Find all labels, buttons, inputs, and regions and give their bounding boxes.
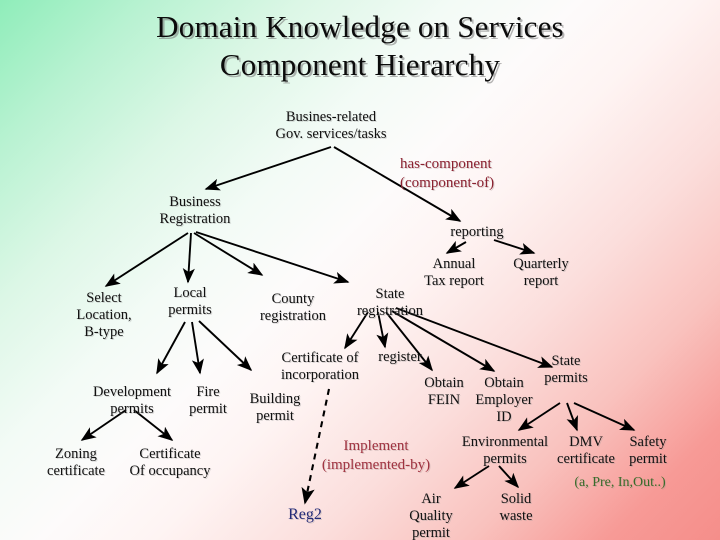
node-reporting[interactable]: reporting: [437, 224, 517, 241]
node-building-permit[interactable]: Building permit: [240, 391, 310, 425]
node-development-permits[interactable]: Development permits: [82, 384, 182, 418]
node-obtain-fein[interactable]: Obtain FEIN: [416, 375, 472, 409]
node-dmv-certificate[interactable]: DMV certificate: [550, 434, 622, 468]
node-annual-tax-report[interactable]: Annual Tax report: [414, 256, 494, 290]
node-state-registration[interactable]: State registration: [349, 286, 431, 320]
legend-implement: Implement (implemented-by): [321, 438, 431, 473]
node-register[interactable]: register: [369, 349, 431, 366]
node-obtain-employer-id[interactable]: Obtain Employer ID: [467, 375, 541, 426]
node-environmental-permits[interactable]: Environmental permits: [454, 434, 556, 468]
node-reg2[interactable]: Reg2: [277, 506, 333, 523]
node-air-quality-permit[interactable]: Air Quality permit: [403, 491, 459, 540]
node-select-location[interactable]: Select Location, B-type: [66, 290, 142, 341]
node-fire-permit[interactable]: Fire permit: [183, 384, 233, 418]
node-root[interactable]: Busines-related Gov. services/tasks: [261, 109, 401, 143]
node-local-permits[interactable]: Local permits: [155, 285, 225, 319]
page-title: Domain Knowledge on Services Component H…: [156, 9, 564, 82]
node-solid-waste[interactable]: Solid waste: [490, 491, 542, 525]
node-certificate-of-incorporation[interactable]: Certificate of incorporation: [265, 350, 375, 384]
node-county-registration[interactable]: County registration: [249, 291, 337, 325]
node-certificate-of-occupancy[interactable]: Certificate Of occupancy: [100, 446, 240, 480]
node-business-registration[interactable]: Business Registration: [145, 194, 245, 228]
slide-canvas: Domain Knowledge on Services Component H…: [0, 0, 720, 540]
node-green-note: (a, Pre, In,Out..): [574, 475, 666, 490]
node-safety-permit[interactable]: Safety permit: [620, 434, 676, 468]
node-quarterly-report[interactable]: Quarterly report: [503, 256, 579, 290]
legend-has-component: has-component (component-of): [400, 156, 495, 191]
node-state-permits[interactable]: State permits: [536, 353, 596, 387]
